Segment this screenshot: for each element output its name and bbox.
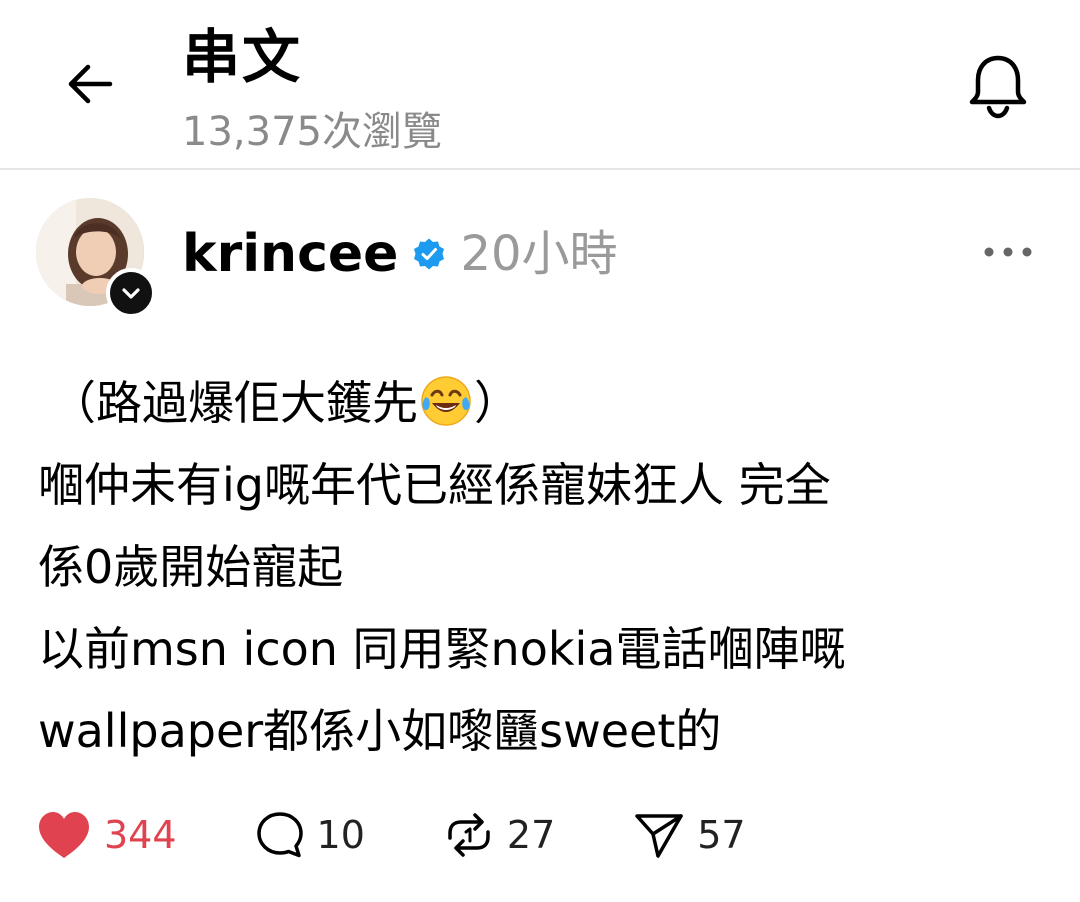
verified-badge-icon [412, 237, 446, 271]
follow-badge-button[interactable] [106, 268, 156, 318]
post-text: （路過爆佢大鑊先 ） 嗰仲未有ig嘅年代已經係寵妹狂人 完全 係0歲開始寵起 以… [38, 362, 1048, 772]
notifications-button[interactable] [960, 48, 1036, 124]
post-line: 係0歲開始寵起 [38, 540, 344, 594]
back-button[interactable] [58, 52, 122, 116]
heart-icon [39, 812, 89, 858]
page-title: 串文 [182, 23, 303, 91]
username[interactable]: krincee [182, 222, 398, 286]
bell-icon [969, 55, 1027, 119]
header-bar: 串文 13,375次瀏覽 [0, 0, 1080, 170]
post-line: 以前msn icon 同用緊nokia電話嗰陣嘅 [38, 622, 846, 676]
reply-count: 10 [316, 813, 365, 857]
send-icon [635, 814, 683, 858]
post-line-text: （路過爆佢大鑊先 [50, 376, 418, 430]
more-horizontal-icon [984, 247, 1032, 257]
post-actions: 344 10 27 57 [36, 800, 824, 870]
post-line: wallpaper都係小如嚟㔶sweet的 [38, 704, 722, 758]
repost-count: 27 [506, 813, 556, 857]
like-button[interactable]: 344 [36, 810, 177, 860]
reply-button[interactable]: 10 [255, 810, 365, 860]
chevron-down-icon [122, 288, 140, 299]
share-button[interactable]: 57 [633, 810, 746, 860]
like-count: 344 [104, 813, 177, 857]
view-count: 13,375次瀏覽 [182, 109, 442, 155]
post-timestamp: 20小時 [460, 226, 618, 282]
face-with-tears-of-joy-icon [420, 370, 472, 426]
repost-button[interactable]: 27 [443, 810, 555, 860]
post-line-close: ） [474, 376, 520, 430]
post-line: 嗰仲未有ig嘅年代已經係寵妹狂人 完全 [38, 458, 831, 512]
arrow-left-icon [68, 64, 113, 104]
repost-icon [448, 813, 490, 857]
comment-icon [256, 812, 303, 858]
post-line: （路過爆佢大鑊先 ） [38, 362, 1048, 444]
more-options-button[interactable] [976, 228, 1040, 276]
share-count: 57 [697, 813, 746, 857]
post-meta: krincee 20小時 [182, 218, 618, 290]
